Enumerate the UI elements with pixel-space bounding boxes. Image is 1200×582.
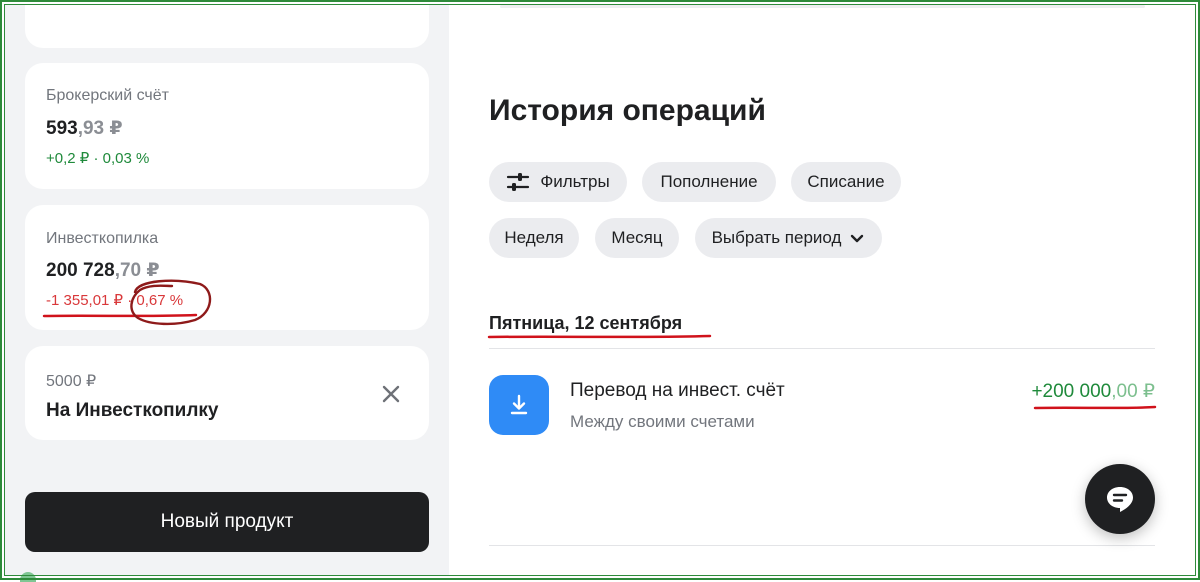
account-label: Брокерский счёт <box>46 87 169 104</box>
account-balance: 593,93 ₽ <box>46 118 123 139</box>
close-icon[interactable] <box>380 383 402 405</box>
account-balance: 200 728,70 ₽ <box>46 260 160 281</box>
goal-title: На Инвесткопилку <box>46 400 219 421</box>
top-divider <box>500 5 1145 8</box>
download-arrow-icon <box>489 375 549 435</box>
chip-label: Месяц <box>611 228 663 247</box>
month-chip[interactable]: Месяц <box>595 218 679 258</box>
refill-chip[interactable]: Пополнение <box>642 162 776 202</box>
account-card-investkopilka[interactable]: Инвесткопилка 200 728,70 ₽ -1 355,01 ₽ ·… <box>25 205 429 330</box>
period-select-chip[interactable]: Выбрать период <box>695 218 882 258</box>
account-change: -1 355,01 ₽ · 0,67 % <box>46 292 184 309</box>
divider <box>489 545 1155 546</box>
chip-label: Пополнение <box>660 172 758 191</box>
account-change: +0,2 ₽ · 0,03 % <box>46 150 150 167</box>
chat-icon <box>1104 484 1136 514</box>
operation-amount: +200 000,00 ₽ <box>1031 381 1155 402</box>
operation-subtitle: Между своими счетами <box>570 412 755 431</box>
chat-button[interactable] <box>1085 464 1155 534</box>
chip-label: Выбрать период <box>711 228 842 247</box>
chip-label: Списание <box>807 172 885 191</box>
week-chip[interactable]: Неделя <box>489 218 579 258</box>
divider <box>489 348 1155 349</box>
account-card-partial[interactable] <box>25 0 429 48</box>
filters-chip[interactable]: Фильтры <box>489 162 627 202</box>
filter-sliders-icon <box>506 171 530 193</box>
page-title: История операций <box>489 94 766 127</box>
writeoff-chip[interactable]: Списание <box>791 162 901 202</box>
annotation-underline <box>487 334 712 339</box>
avatar <box>20 572 36 582</box>
operation-title: Перевод на инвест. счёт <box>570 380 785 401</box>
goal-card[interactable]: 5000 ₽ На Инвесткопилку <box>25 346 429 440</box>
chevron-down-icon <box>849 230 865 246</box>
chip-label: Фильтры <box>540 172 610 191</box>
account-label: Инвесткопилка <box>46 230 159 247</box>
annotation-underline <box>1033 405 1157 410</box>
new-product-button[interactable]: Новый продукт <box>25 492 429 552</box>
day-header: Пятница, 12 сентября <box>489 313 683 333</box>
account-card-broker[interactable]: Брокерский счёт 593,93 ₽ +0,2 ₽ · 0,03 % <box>25 63 429 189</box>
chip-label: Неделя <box>504 228 564 247</box>
goal-amount: 5000 ₽ <box>46 373 97 390</box>
